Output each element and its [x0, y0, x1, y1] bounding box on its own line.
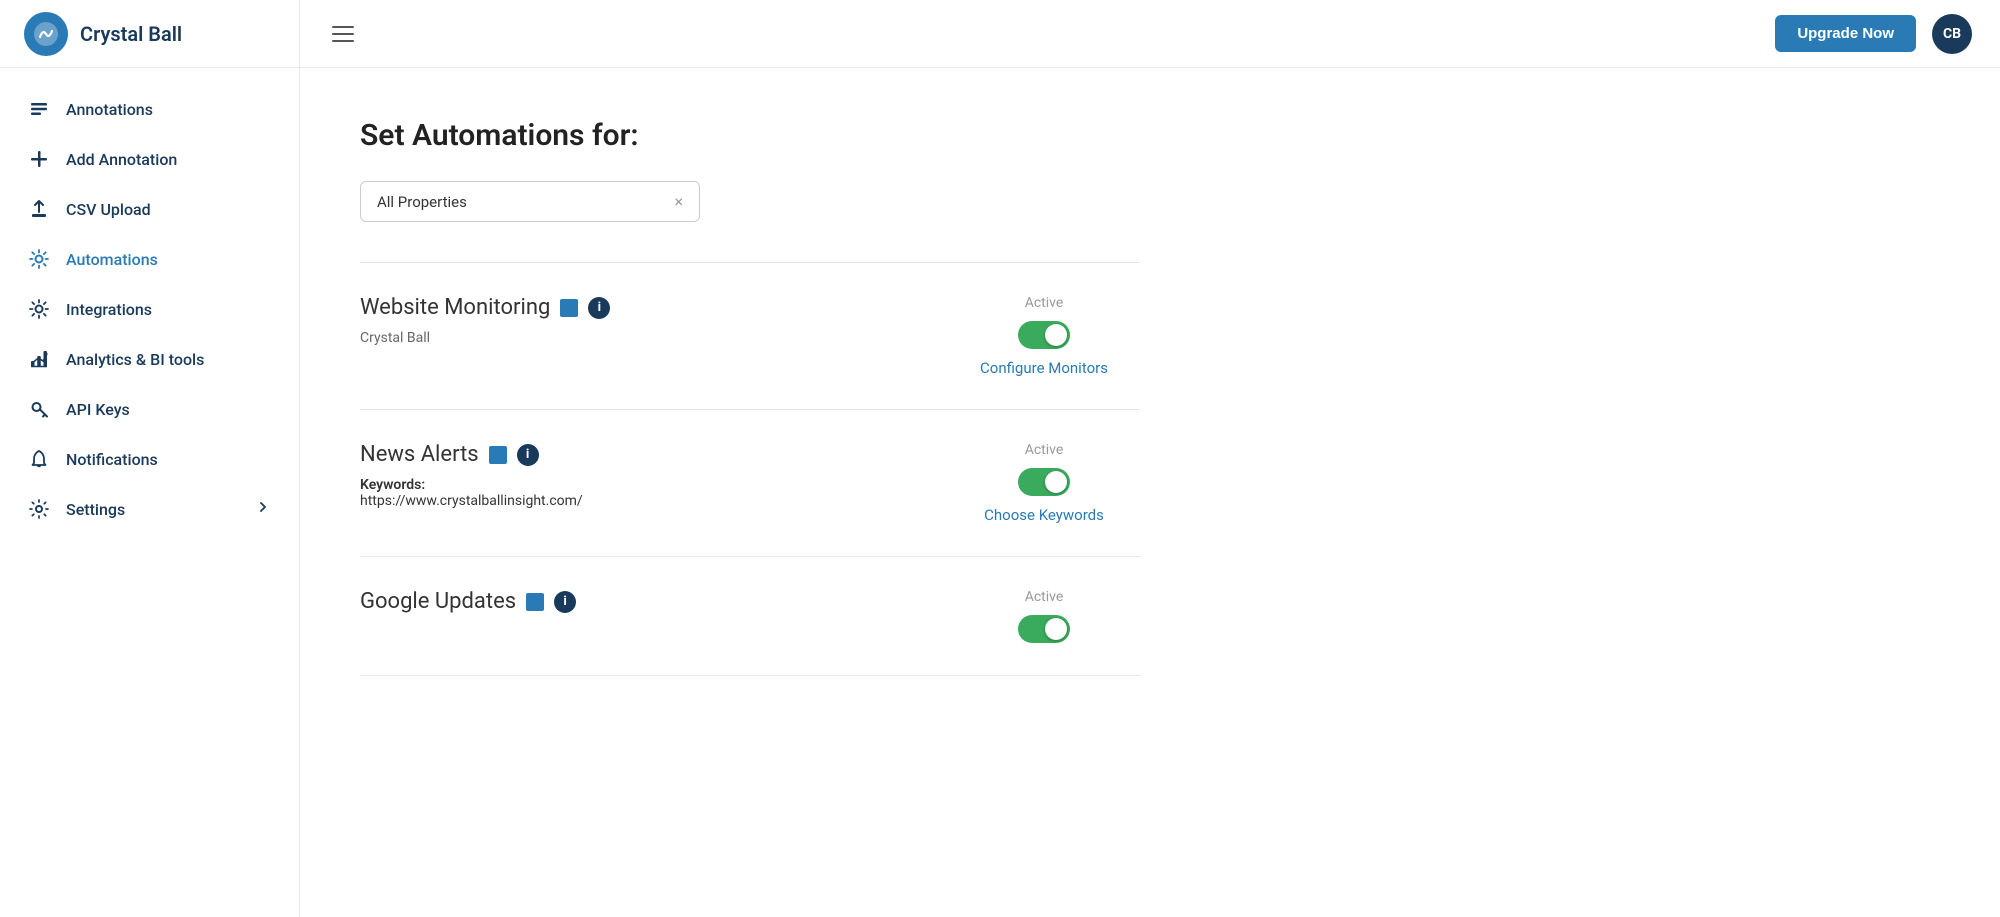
- card-title-row-website-monitoring: Website Monitoring i: [360, 295, 964, 320]
- bell-icon: [28, 448, 50, 470]
- sidebar-item-add-annotation-label: Add Annotation: [66, 150, 177, 169]
- sidebar-item-api-keys[interactable]: API Keys: [0, 384, 299, 434]
- automation-card-google-updates: Google Updates i Active: [360, 556, 1140, 676]
- property-selector-value: All Properties: [377, 193, 467, 211]
- automation-title-google-updates: Google Updates: [360, 589, 516, 614]
- automation-subtitle-website-monitoring: Crystal Ball: [360, 330, 964, 346]
- gear-sparkle-icon: [28, 248, 50, 270]
- sidebar-item-api-keys-label: API Keys: [66, 400, 130, 419]
- property-selector[interactable]: All Properties ×: [360, 181, 700, 222]
- active-label-google-updates: Active: [1025, 589, 1064, 605]
- list-icon: [28, 98, 50, 120]
- toggle-website-monitoring[interactable]: [1018, 321, 1070, 349]
- sidebar-item-settings-label: Settings: [66, 500, 125, 519]
- page-title: Set Automations for:: [360, 118, 1940, 153]
- topbar-right: Upgrade Now CB: [1775, 14, 1972, 54]
- upload-icon: [28, 198, 50, 220]
- card-left-website-monitoring: Website Monitoring i Crystal Ball: [360, 295, 964, 346]
- app-title: Crystal Ball: [80, 22, 182, 46]
- automation-card-news-alerts: News Alerts i Keywords: https://www.crys…: [360, 409, 1140, 556]
- color-box-news-alerts: [489, 446, 507, 464]
- color-box-website-monitoring: [560, 299, 578, 317]
- active-label-news-alerts: Active: [1025, 442, 1064, 458]
- app-logo[interactable]: [24, 12, 68, 56]
- chart-icon: [28, 348, 50, 370]
- sidebar-nav: Annotations Add Annotation CSV Upload Au…: [0, 68, 299, 917]
- card-right-website-monitoring: Active Configure Monitors: [964, 295, 1124, 377]
- sidebar-item-csv-upload[interactable]: CSV Upload: [0, 184, 299, 234]
- sidebar-item-settings[interactable]: Settings: [0, 484, 299, 534]
- automation-title-news-alerts: News Alerts: [360, 442, 479, 467]
- toggle-google-updates[interactable]: [1018, 615, 1070, 643]
- card-right-news-alerts: Active Choose Keywords: [964, 442, 1124, 524]
- sidebar-item-analytics[interactable]: Analytics & BI tools: [0, 334, 299, 384]
- hamburger-menu[interactable]: [328, 22, 358, 46]
- sidebar-item-integrations[interactable]: Integrations: [0, 284, 299, 334]
- content-area: Set Automations for: All Properties × We…: [300, 68, 2000, 917]
- sidebar-item-automations-label: Automations: [66, 250, 158, 269]
- card-left-google-updates: Google Updates i: [360, 589, 964, 624]
- keywords-value: https://www.crystalballinsight.com/: [360, 493, 583, 509]
- sidebar-item-automations[interactable]: Automations: [0, 234, 299, 284]
- toggle-news-alerts[interactable]: [1018, 468, 1070, 496]
- card-right-google-updates: Active: [964, 589, 1124, 643]
- info-icon-google-updates[interactable]: i: [554, 591, 576, 613]
- plus-icon: [28, 148, 50, 170]
- keywords-label: Keywords:: [360, 477, 425, 493]
- active-label-website-monitoring: Active: [1025, 295, 1064, 311]
- gear-icon: [28, 298, 50, 320]
- info-icon-website-monitoring[interactable]: i: [588, 297, 610, 319]
- sidebar-item-annotations-label: Annotations: [66, 100, 153, 119]
- sidebar-header: Crystal Ball: [0, 0, 299, 68]
- color-box-google-updates: [526, 593, 544, 611]
- card-title-row-google-updates: Google Updates i: [360, 589, 964, 614]
- main-area: Upgrade Now CB Set Automations for: All …: [300, 0, 2000, 917]
- card-title-row-news-alerts: News Alerts i: [360, 442, 964, 467]
- choose-keywords-link[interactable]: Choose Keywords: [984, 506, 1104, 524]
- sidebar-item-notifications[interactable]: Notifications: [0, 434, 299, 484]
- info-icon-news-alerts[interactable]: i: [517, 444, 539, 466]
- automation-title-website-monitoring: Website Monitoring: [360, 295, 550, 320]
- sidebar-item-add-annotation[interactable]: Add Annotation: [0, 134, 299, 184]
- upgrade-button[interactable]: Upgrade Now: [1775, 15, 1916, 52]
- automation-keywords-news-alerts: Keywords: https://www.crystalballinsight…: [360, 477, 964, 509]
- chevron-right-icon: [255, 499, 271, 519]
- clear-icon[interactable]: ×: [674, 192, 683, 211]
- topbar: Upgrade Now CB: [300, 0, 2000, 68]
- sidebar: Crystal Ball Annotations Add Annotation …: [0, 0, 300, 917]
- settings-icon: [28, 498, 50, 520]
- sidebar-item-integrations-label: Integrations: [66, 300, 152, 319]
- automation-card-website-monitoring: Website Monitoring i Crystal Ball Active…: [360, 262, 1140, 409]
- user-avatar[interactable]: CB: [1932, 14, 1972, 54]
- sidebar-item-analytics-label: Analytics & BI tools: [66, 350, 204, 369]
- key-icon: [28, 398, 50, 420]
- configure-monitors-link[interactable]: Configure Monitors: [980, 359, 1108, 377]
- card-left-news-alerts: News Alerts i Keywords: https://www.crys…: [360, 442, 964, 509]
- sidebar-item-csv-upload-label: CSV Upload: [66, 200, 151, 219]
- sidebar-item-annotations[interactable]: Annotations: [0, 84, 299, 134]
- sidebar-item-notifications-label: Notifications: [66, 450, 158, 469]
